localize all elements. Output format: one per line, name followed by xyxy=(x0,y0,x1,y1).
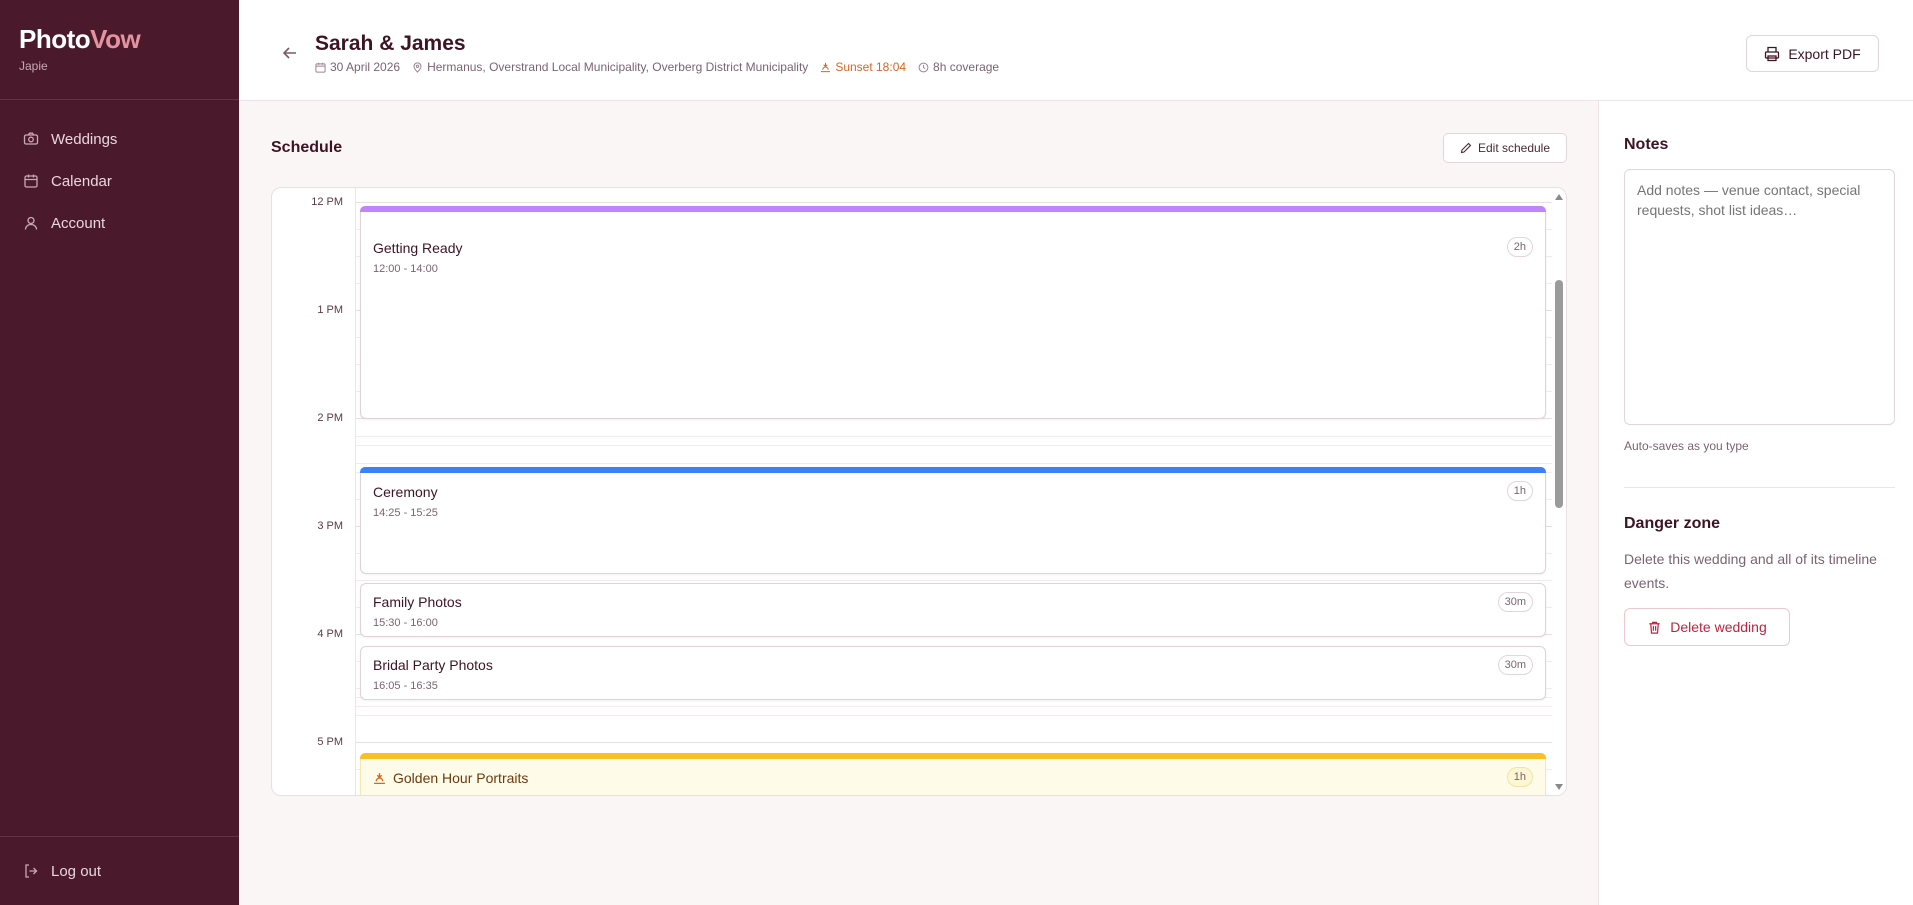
meta-sunset-text: Sunset 18:04 xyxy=(835,60,907,74)
logout-button[interactable]: Log out xyxy=(0,836,239,905)
edit-schedule-button[interactable]: Edit schedule xyxy=(1443,133,1567,163)
event-name: Ceremony xyxy=(373,484,438,500)
hour-label: 3 PM xyxy=(317,520,343,532)
scroll-up-arrow-icon[interactable] xyxy=(1555,194,1563,200)
pencil-icon xyxy=(1460,142,1472,154)
grid-line xyxy=(356,445,1552,446)
hour-label: 1 PM xyxy=(317,304,343,316)
main-nav: Weddings Calendar Account xyxy=(0,100,239,244)
meta-sunset: Sunset 18:04 xyxy=(820,60,906,74)
nav-label-calendar: Calendar xyxy=(51,172,112,190)
edit-schedule-label: Edit schedule xyxy=(1477,141,1551,155)
sunset-icon xyxy=(374,772,385,784)
main-content: Schedule Edit schedule 12 PM 1 PM 2 PM 3… xyxy=(239,101,1599,905)
grid-line xyxy=(356,463,1552,464)
schedule-timeline[interactable]: 12 PM 1 PM 2 PM 3 PM 4 PM 5 PM Getting R… xyxy=(271,187,1567,796)
brand-logo-part1: Photo xyxy=(19,24,91,54)
event-name-text: Golden Hour Portraits xyxy=(393,770,529,786)
hour-label: 4 PM xyxy=(317,628,343,640)
page-header: Sarah & James 30 April 2026 Hermanus, Ov… xyxy=(239,0,1913,101)
notes-textarea[interactable] xyxy=(1624,169,1895,425)
notes-title: Notes xyxy=(1624,136,1669,153)
delete-wedding-label: Delete wedding xyxy=(1670,619,1767,635)
meta-location: Hermanus, Overstrand Local Municipality,… xyxy=(412,60,808,74)
nav-item-calendar[interactable]: Calendar xyxy=(0,160,239,202)
meta-coverage: 8h coverage xyxy=(918,60,999,74)
page-title: Sarah & James xyxy=(315,32,466,55)
hour-label: 2 PM xyxy=(317,412,343,424)
hour-label: 5 PM xyxy=(317,736,343,748)
event-duration-badge: 1h xyxy=(1506,481,1533,501)
nav-item-account[interactable]: Account xyxy=(0,202,239,244)
grid-line xyxy=(356,202,1552,203)
grid-line xyxy=(356,706,1552,707)
nav-item-weddings[interactable]: Weddings xyxy=(0,118,239,160)
user-icon xyxy=(24,216,38,230)
grid-line xyxy=(356,436,1552,437)
event-color-bar xyxy=(360,753,1546,759)
export-pdf-button[interactable]: Export PDF xyxy=(1746,35,1879,72)
autosave-hint: Auto-saves as you type xyxy=(1624,439,1749,453)
arrow-left-icon xyxy=(282,47,296,59)
event-card[interactable]: Bridal Party Photos 16:05 - 16:35 30m xyxy=(360,646,1546,700)
back-button[interactable] xyxy=(279,42,301,64)
details-panel: Notes Auto-saves as you type Danger zone… xyxy=(1600,101,1913,905)
event-time: 14:25 - 15:25 xyxy=(373,507,438,519)
event-time: 15:30 - 16:00 xyxy=(373,617,438,629)
event-color-bar xyxy=(360,206,1546,212)
event-name: Bridal Party Photos xyxy=(373,657,493,673)
event-time: 12:00 - 14:00 xyxy=(373,263,438,275)
divider xyxy=(1624,487,1895,488)
grid-line xyxy=(356,742,1552,743)
danger-zone-title: Danger zone xyxy=(1624,515,1721,532)
event-color-bar xyxy=(360,467,1546,473)
meta-date: 30 April 2026 xyxy=(315,60,400,74)
brand: PhotoVow Japie xyxy=(0,0,239,100)
danger-zone-description: Delete this wedding and all of its timel… xyxy=(1624,551,1877,591)
trash-icon xyxy=(1649,621,1660,634)
event-name: Golden Hour Portraits xyxy=(373,770,528,786)
sunset-icon xyxy=(821,62,831,72)
meta-date-text: 30 April 2026 xyxy=(330,60,401,74)
sidebar: PhotoVow Japie Weddings Calendar Account… xyxy=(0,0,239,905)
brand-logo[interactable]: PhotoVow xyxy=(19,24,239,55)
event-duration-badge: 2h xyxy=(1506,237,1533,257)
meta-location-text: Hermanus, Overstrand Local Municipality,… xyxy=(427,60,809,74)
timeline-scrollbar[interactable] xyxy=(1554,192,1564,792)
nav-label-weddings: Weddings xyxy=(51,130,118,148)
hour-column: 12 PM 1 PM 2 PM 3 PM 4 PM 5 PM xyxy=(272,188,356,795)
event-card[interactable]: Getting Ready 12:00 - 14:00 2h xyxy=(360,206,1546,419)
current-user: Japie xyxy=(19,59,48,73)
event-duration-badge: 30m xyxy=(1497,655,1533,675)
scroll-down-arrow-icon[interactable] xyxy=(1555,784,1563,790)
event-name: Getting Ready xyxy=(373,240,463,256)
camera-icon xyxy=(23,132,39,145)
grid-line xyxy=(356,715,1552,716)
event-duration-badge: 1h xyxy=(1506,767,1533,787)
delete-wedding-button[interactable]: Delete wedding xyxy=(1624,608,1790,646)
logout-label: Log out xyxy=(51,862,102,880)
event-duration-badge: 30m xyxy=(1497,592,1533,612)
event-name: Family Photos xyxy=(373,594,462,610)
meta-coverage-text: 8h coverage xyxy=(933,60,1000,74)
grid-line xyxy=(356,580,1552,581)
event-card[interactable]: Family Photos 15:30 - 16:00 30m xyxy=(360,583,1546,637)
wedding-meta: 30 April 2026 Hermanus, Overstrand Local… xyxy=(315,60,1011,74)
export-pdf-label: Export PDF xyxy=(1788,45,1861,62)
event-card-golden-hour[interactable]: Golden Hour Portraits 1h xyxy=(360,753,1546,795)
nav-label-account: Account xyxy=(51,214,106,232)
logout-icon xyxy=(25,864,38,878)
brand-logo-part2: Vow xyxy=(90,24,141,54)
map-pin-icon xyxy=(413,61,422,73)
clock-icon xyxy=(918,62,929,72)
calendar-icon xyxy=(315,62,326,73)
schedule-title: Schedule xyxy=(271,139,343,156)
scrollbar-thumb[interactable] xyxy=(1555,280,1563,508)
calendar-icon xyxy=(24,174,38,188)
printer-icon xyxy=(1765,46,1780,61)
event-time: 16:05 - 16:35 xyxy=(373,680,438,692)
event-card[interactable]: Ceremony 14:25 - 15:25 1h xyxy=(360,467,1546,574)
hour-label: 12 PM xyxy=(311,196,343,208)
